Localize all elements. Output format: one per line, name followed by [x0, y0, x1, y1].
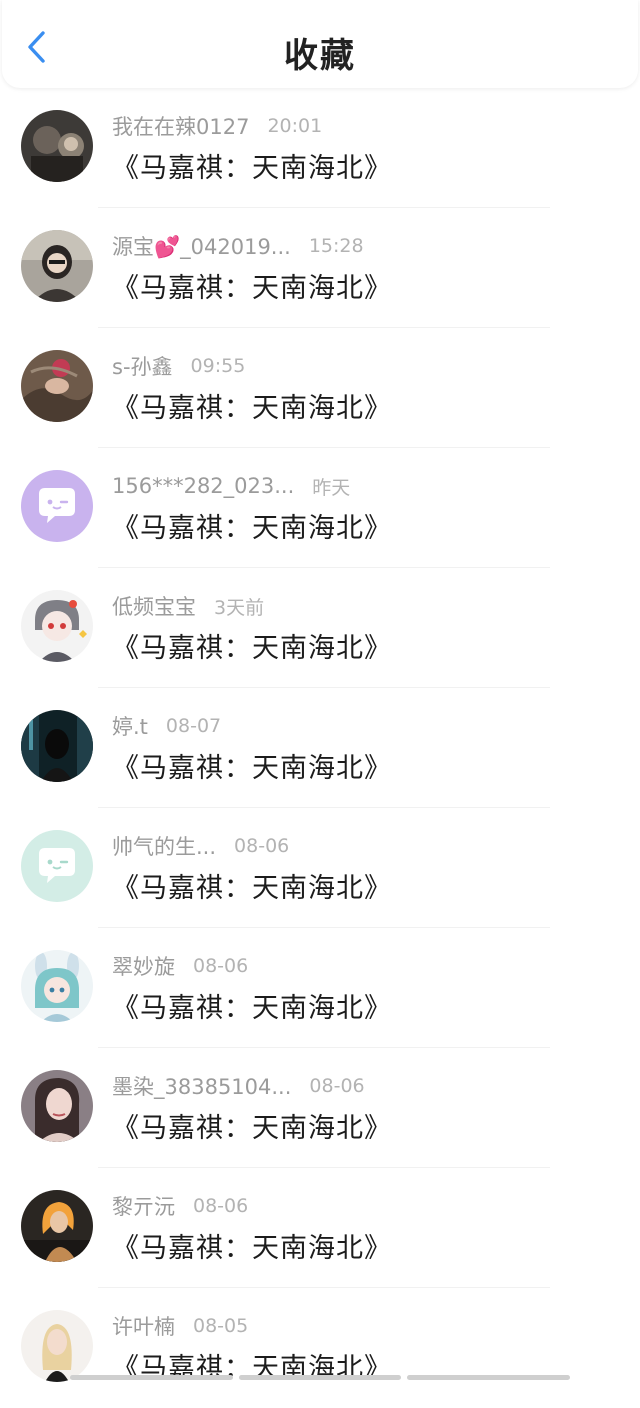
avatar[interactable] [21, 350, 93, 422]
list-item[interactable]: 墨染_38385104... 08-06 《马嘉祺：天南海北》 [0, 1048, 640, 1168]
list-item[interactable]: 翠妙旋 08-06 《马嘉祺：天南海北》 [0, 928, 640, 1048]
favorite-content: 《马嘉祺：天南海北》 [112, 1233, 392, 1264]
favorite-content: 《马嘉祺：天南海北》 [112, 633, 392, 664]
list-item[interactable]: 低频宝宝 3天前 《马嘉祺：天南海北》 [0, 568, 640, 688]
timestamp: 20:01 [267, 115, 323, 137]
sender-name: 翠妙旋 [112, 955, 175, 979]
sender-name: 156***282_023... [112, 474, 295, 498]
timestamp: 08-06 [193, 1195, 249, 1217]
favorite-content: 《马嘉祺：天南海北》 [112, 873, 392, 904]
favorite-content: 《马嘉祺：天南海北》 [112, 753, 392, 784]
favorite-content: 《马嘉祺：天南海北》 [112, 393, 392, 424]
list-item[interactable]: 156***282_023... 昨天 《马嘉祺：天南海北》 [0, 448, 640, 568]
list-item[interactable]: 我在在辣0127 20:01 《马嘉祺：天南海北》 [0, 88, 640, 208]
sender-name: 我在在辣0127 [112, 115, 250, 139]
list-item[interactable]: 婷.t 08-07 《马嘉祺：天南海北》 [0, 688, 640, 808]
timestamp: 昨天 [312, 476, 351, 499]
sender-name: 黎亓沅 [112, 1195, 175, 1219]
timestamp: 08-06 [193, 955, 249, 977]
timestamp: 08-06 [234, 835, 290, 857]
avatar[interactable] [21, 590, 93, 662]
sender-name: 帅气的生... [112, 835, 217, 859]
sender-name: 低频宝宝 [112, 595, 196, 619]
list-item[interactable]: 黎亓沅 08-06 《马嘉祺：天南海北》 [0, 1168, 640, 1288]
sender-name: 许叶楠 [112, 1315, 175, 1339]
timestamp: 08-05 [193, 1315, 249, 1337]
favorite-content: 《马嘉祺：天南海北》 [112, 513, 392, 544]
list-item[interactable]: 帅气的生... 08-06 《马嘉祺：天南海北》 [0, 808, 640, 928]
top-navigation-bar: 收藏 [2, 0, 638, 88]
timestamp: 09:55 [190, 355, 246, 377]
avatar[interactable] [21, 230, 93, 302]
page-title: 收藏 [284, 36, 356, 76]
timestamp: 15:28 [308, 235, 364, 257]
avatar[interactable] [21, 110, 93, 182]
timestamp: 08-06 [309, 1075, 365, 1097]
avatar[interactable] [21, 1070, 93, 1142]
avatar[interactable] [21, 830, 93, 902]
bottom-scroll-indicator [70, 1375, 571, 1380]
avatar[interactable] [21, 470, 93, 542]
timestamp: 3天前 [214, 596, 265, 619]
favorite-content: 《马嘉祺：天南海北》 [112, 273, 392, 304]
timestamp: 08-07 [165, 715, 222, 737]
sender-name: 婷.t [112, 715, 148, 739]
avatar[interactable] [21, 950, 93, 1022]
favorite-content: 《马嘉祺：天南海北》 [112, 153, 392, 184]
favorite-content: 《马嘉祺：天南海北》 [112, 993, 392, 1024]
sender-name: 墨染_38385104... [112, 1075, 292, 1099]
avatar[interactable] [21, 710, 93, 782]
avatar[interactable] [21, 1190, 93, 1262]
list-item[interactable]: 源宝💕_042019... 15:28 《马嘉祺：天南海北》 [0, 208, 640, 328]
list-item[interactable]: 许叶楠 08-05 《马嘉祺：天南海北》 [0, 1288, 640, 1408]
avatar[interactable] [21, 1310, 93, 1382]
favorite-content: 《马嘉祺：天南海北》 [112, 1113, 392, 1144]
list-item[interactable]: s-孙鑫 09:55 《马嘉祺：天南海北》 [0, 328, 640, 448]
sender-name: s-孙鑫 [112, 355, 173, 379]
sender-name: 源宝💕_042019... [112, 235, 291, 259]
favorites-list: 我在在辣0127 20:01 《马嘉祺：天南海北》 源宝💕_042019... … [0, 88, 640, 1408]
